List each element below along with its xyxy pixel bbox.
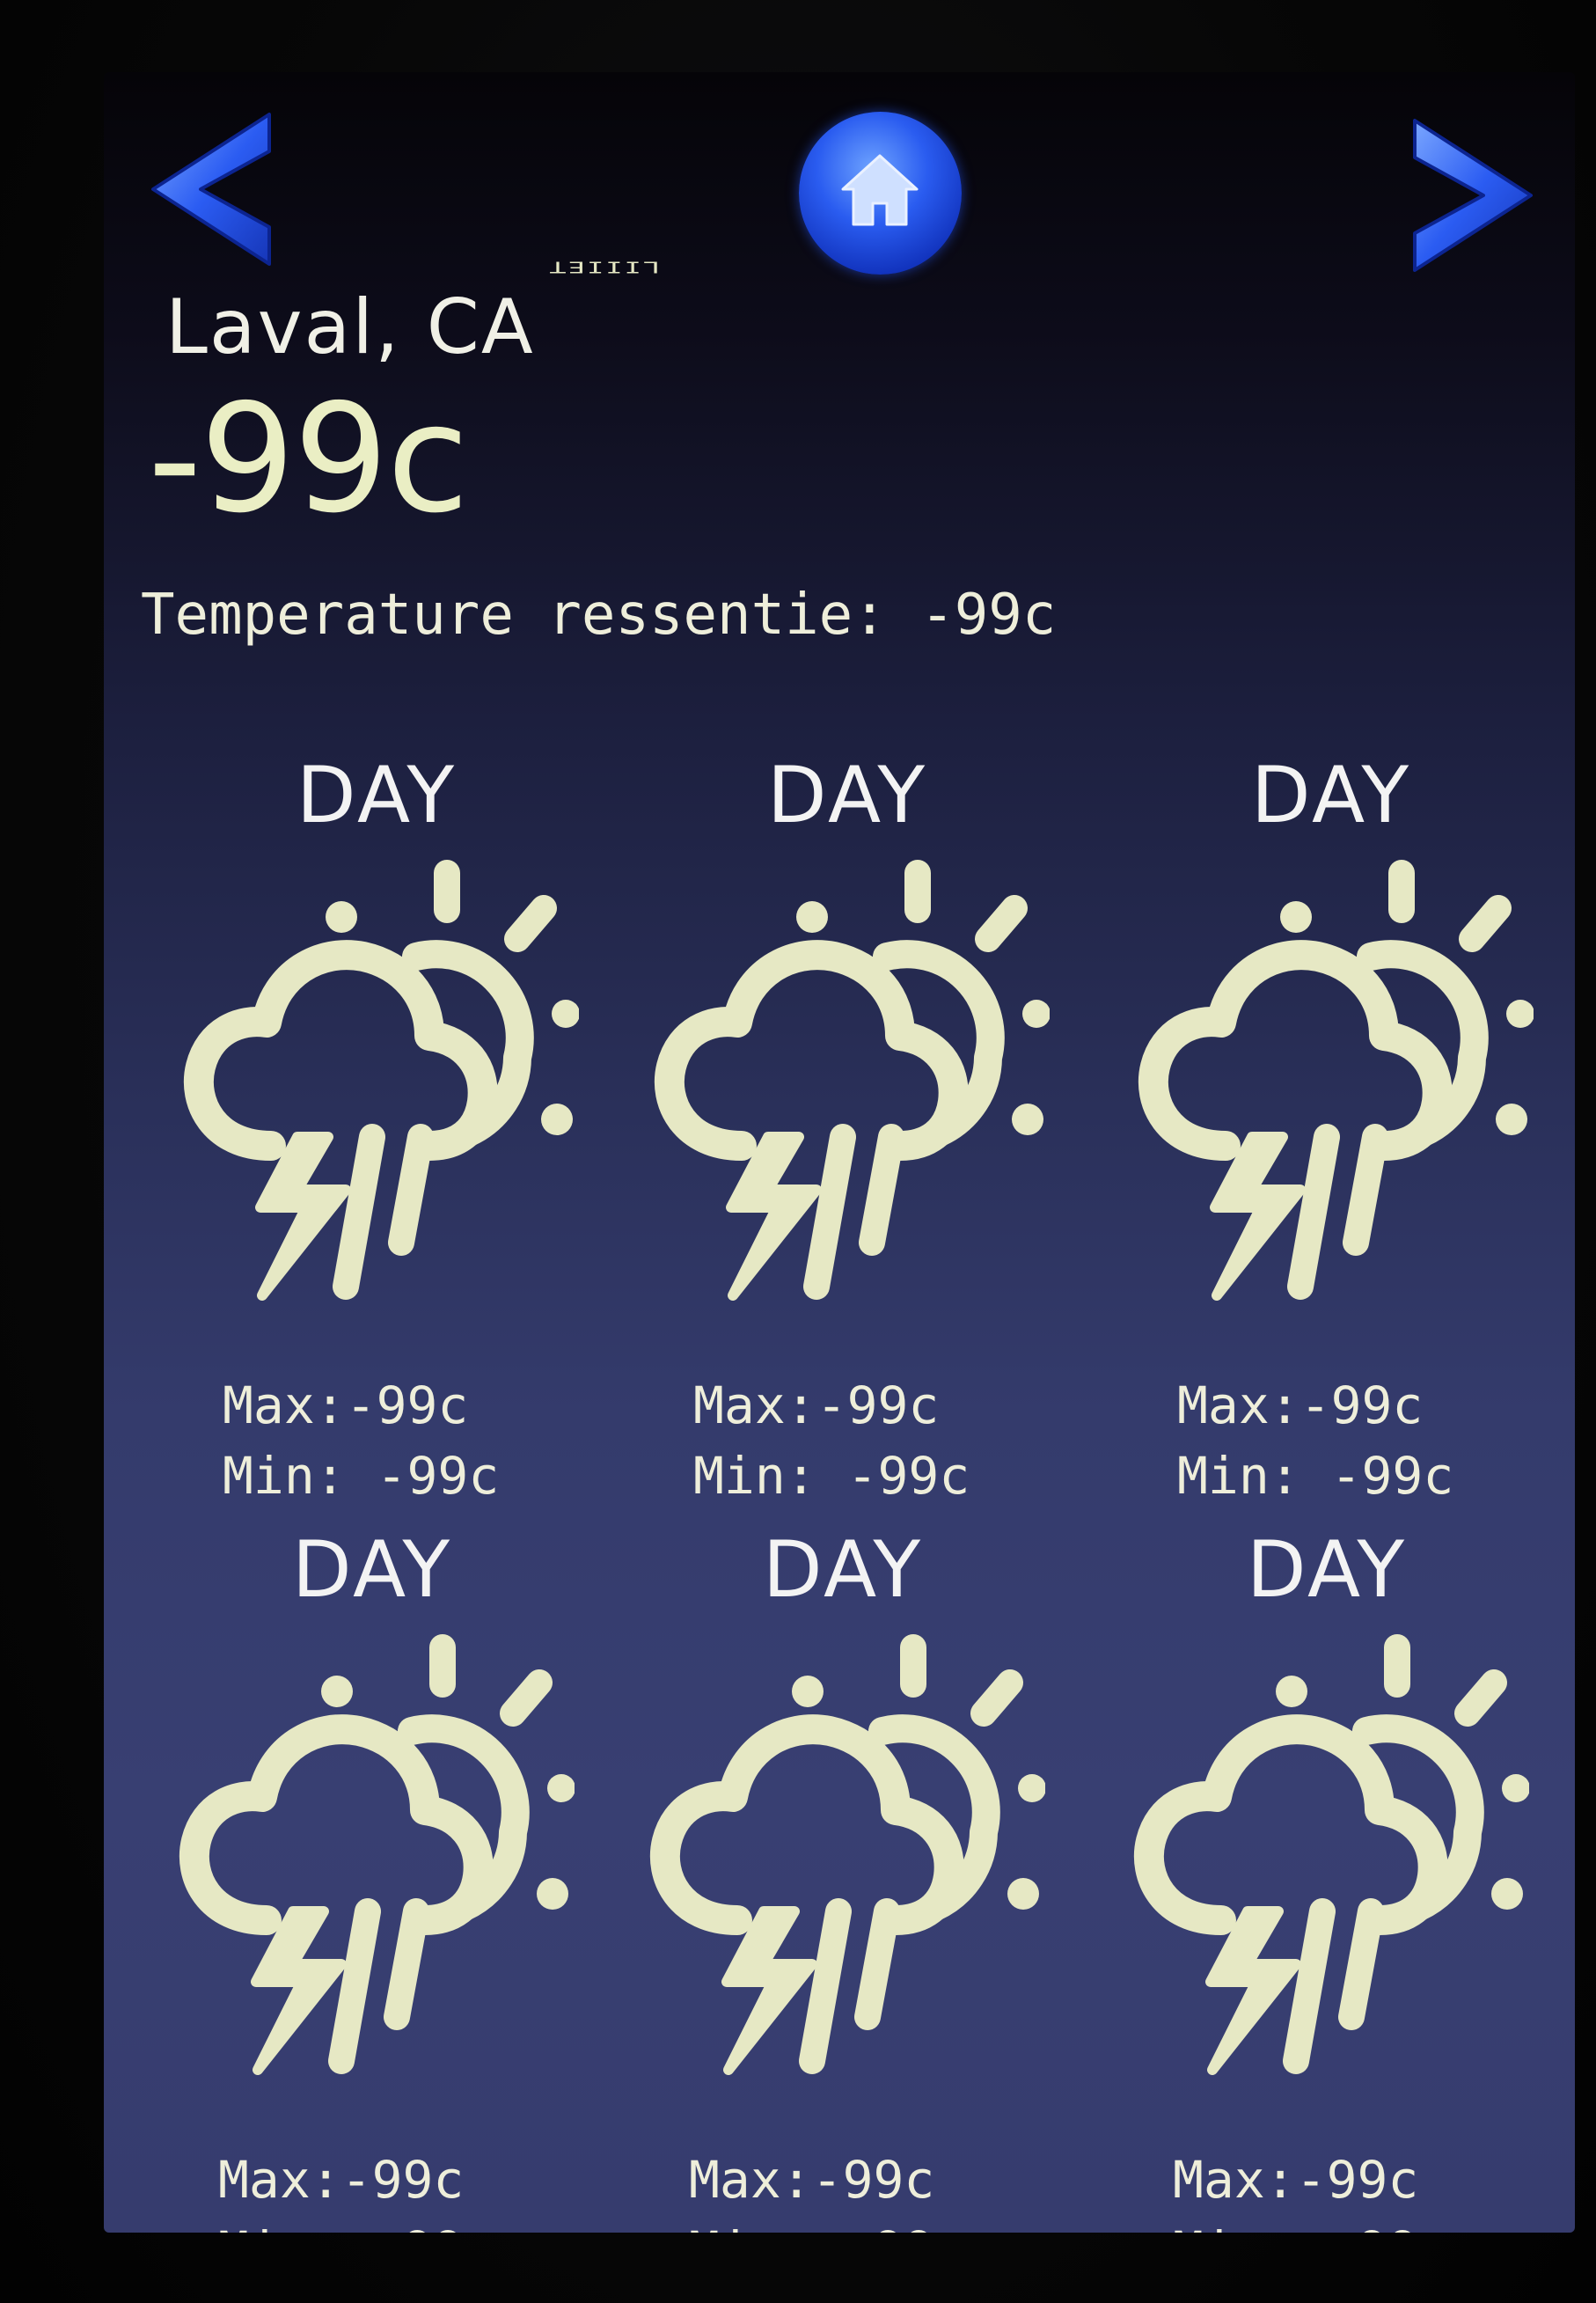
forecast-min-temp: Min: -99c [218, 2215, 494, 2233]
city-name: Laval, CA [165, 283, 535, 371]
forecast-temperatures: Max:-99c Min: -99c [223, 1370, 499, 1511]
forecast-day-card: DAY Max:-99c Min: -99c [1094, 750, 1569, 1507]
forecast-max-temp: Max:-99c [218, 2150, 465, 2210]
forecast-temperatures: Max:-99c Min: -99c [1177, 1370, 1453, 1511]
forecast-day-card: DAY Max:-99c Min: -99c [605, 1524, 1080, 2233]
current-temperature: -99c [148, 372, 469, 546]
device-bezel: LIIIET Laval, CA -99c Temperature ressen… [0, 0, 1596, 2303]
thunderstorm-partly-sunny-icon [636, 847, 1051, 1339]
forecast-max-temp: Max:-99c [1173, 2150, 1419, 2210]
forecast-min-temp: Min: -99c [1173, 2215, 1449, 2233]
feels-like-temperature: Temperature ressentie: -99c [141, 583, 1057, 648]
forecast-day-card: DAY Max:-99c Min: -99c [139, 750, 614, 1507]
forecast-min-temp: Min: -99c [689, 2215, 965, 2233]
next-button[interactable] [1406, 112, 1538, 279]
forecast-max-temp: Max:-99c [223, 1375, 469, 1435]
forecast-max-temp: Max:-99c [1177, 1375, 1424, 1435]
forecast-day-card: DAY Max:-99c Min: -99c [135, 1524, 610, 2233]
forecast-max-temp: Max:-99c [693, 1375, 940, 1435]
forecast-temperatures: Max:-99c Min: -99c [689, 2145, 965, 2233]
thunderstorm-partly-sunny-icon [1116, 1621, 1530, 2114]
forecast-min-temp: Min: -99c [693, 1446, 970, 1506]
forecast-min-temp: Min: -99c [223, 1446, 500, 1506]
chevron-left-icon [151, 113, 271, 266]
forecast-day-card: DAY Max:-99c Min: -99c [610, 750, 1085, 1507]
forecast-temperatures: Max:-99c Min: -99c [693, 1370, 970, 1511]
previous-button[interactable] [146, 106, 278, 273]
forecast-day-label: DAY [762, 1524, 924, 1615]
forecast-temperatures: Max:-99c Min: -99c [218, 2145, 494, 2233]
forecast-day-label: DAY [1250, 750, 1412, 840]
forecast-min-temp: Min: -99c [1177, 1446, 1454, 1506]
forecast-day-label: DAY [296, 750, 458, 840]
forecast-day-card: DAY Max:-99c Min: -99c [1089, 1524, 1564, 2233]
home-button[interactable] [799, 112, 962, 275]
forecast-temperatures: Max:-99c Min: -99c [1173, 2145, 1449, 2233]
thunderstorm-partly-sunny-icon [165, 847, 580, 1339]
thunderstorm-partly-sunny-icon [161, 1621, 575, 2114]
weather-screen: LIIIET Laval, CA -99c Temperature ressen… [104, 72, 1575, 2233]
forecast-day-label: DAY [291, 1524, 453, 1615]
chevron-right-icon [1413, 119, 1533, 272]
forecast-max-temp: Max:-99c [689, 2150, 935, 2210]
thunderstorm-partly-sunny-icon [632, 1621, 1046, 2114]
forecast-day-label: DAY [1246, 1524, 1408, 1615]
home-icon [841, 154, 919, 226]
thunderstorm-partly-sunny-icon [1120, 847, 1534, 1339]
forecast-day-label: DAY [766, 750, 928, 840]
status-label: LIIIET [547, 258, 660, 276]
